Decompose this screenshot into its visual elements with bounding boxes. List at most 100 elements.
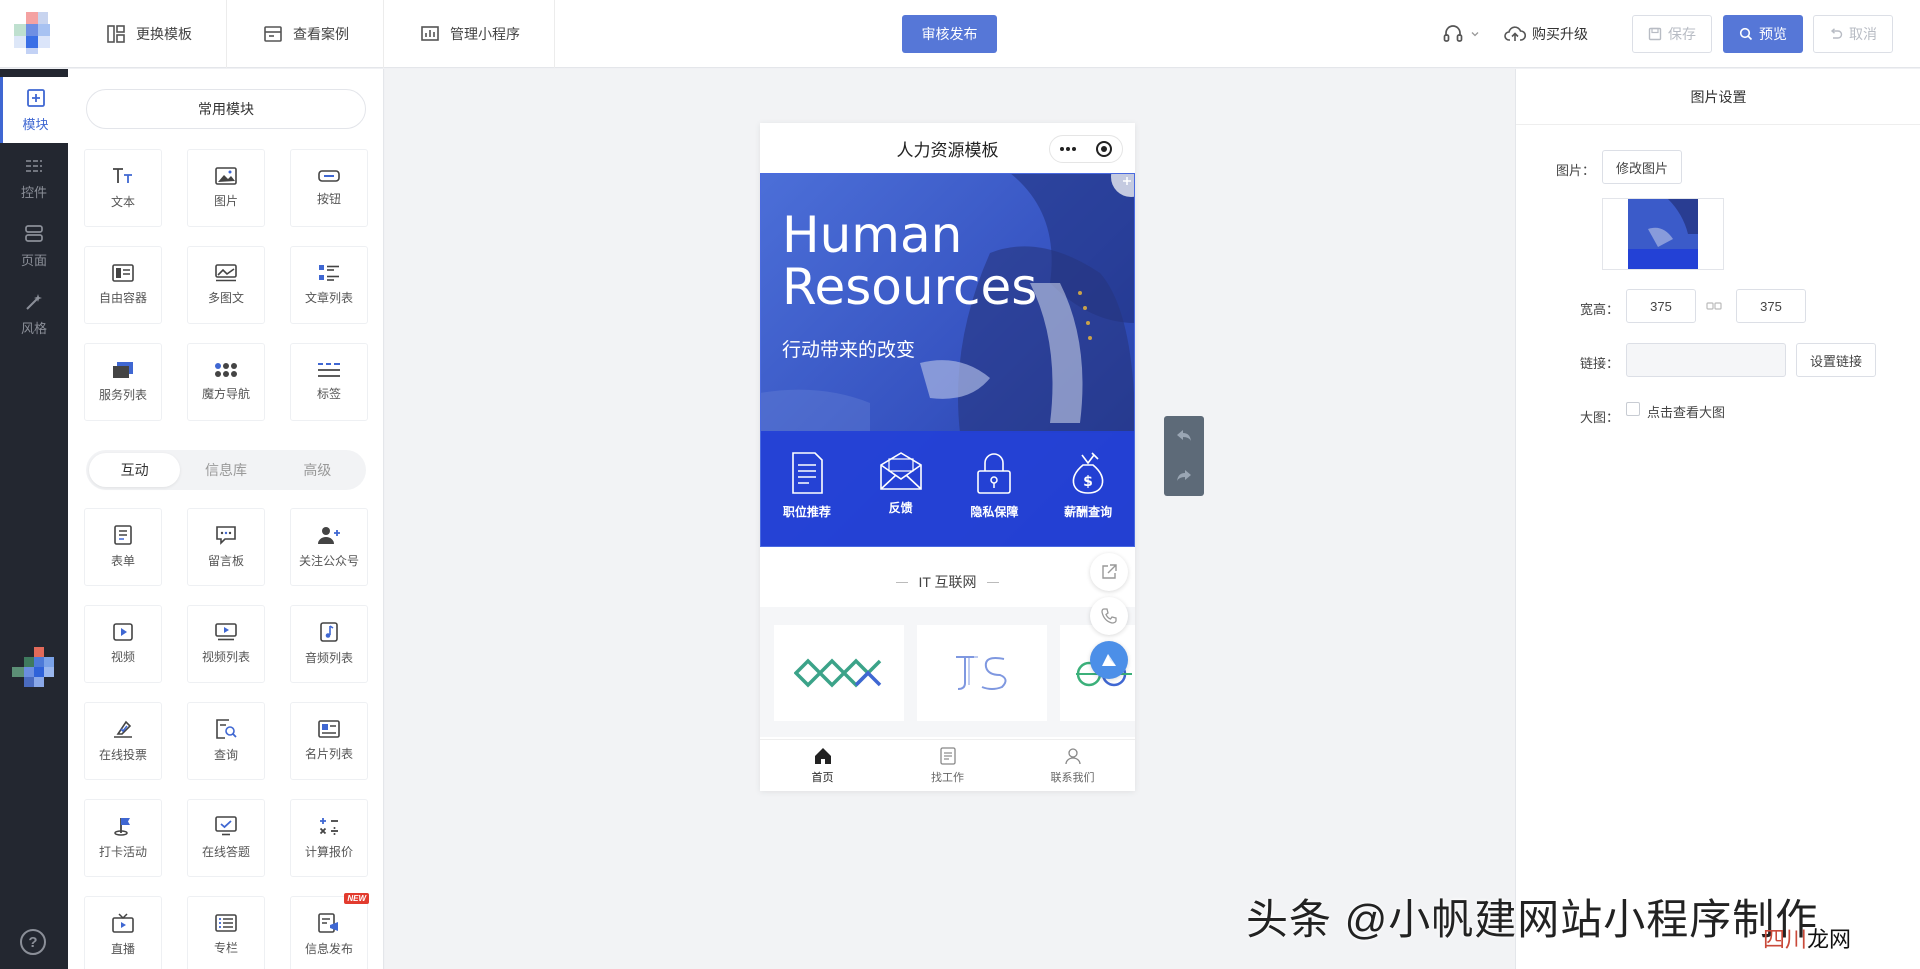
banner-title: Human Resources [782,206,1038,316]
money-bag-icon: $ [1072,452,1104,494]
module-audio-list[interactable]: 音频列表 [290,605,368,683]
change-template-button[interactable]: 更换模板 [70,0,227,68]
publish-button[interactable]: 审核发布 [902,15,997,53]
tab-contact-us[interactable]: 联系我们 [1010,740,1135,791]
view-big-image-checkbox[interactable] [1626,402,1640,416]
miniprogram-capsule[interactable] [1049,135,1123,163]
sidebar-item-pages[interactable]: 页面 [0,213,68,279]
undo-arrow-icon[interactable] [1174,426,1194,446]
link-input[interactable] [1626,343,1786,377]
module-form[interactable]: 表单 [84,508,162,586]
module-query[interactable]: 查询 [187,702,265,780]
modify-image-button[interactable]: 修改图片 [1602,150,1682,184]
module-card-list[interactable]: 名片列表 [290,702,368,780]
share-button[interactable] [1090,553,1128,591]
drag-handle-icon[interactable] [1107,173,1135,201]
info-publish-icon [318,913,338,933]
width-input[interactable]: 375 [1626,289,1696,323]
support-dropdown[interactable] [1442,15,1480,53]
watermark-site: 四川龙网 [1763,922,1851,954]
preview-label: 预览 [1759,26,1787,42]
top-bar: 更换模板 查看案例 管理小程序 审核发布 购买升级 保存 预览 取消 [0,0,1920,68]
module-article-list[interactable]: 文章列表 [290,246,368,324]
module-label: 查询 [213,748,238,762]
module-live-stream[interactable]: 直播 [84,896,162,969]
preview-button[interactable]: 预览 [1723,15,1803,53]
cancel-button[interactable]: 取消 [1813,15,1893,53]
sidebar-item-label: 风格 [20,320,47,336]
tab-advanced[interactable]: 高级 [272,453,363,487]
lock-icon [977,453,1012,494]
module-tag[interactable]: 标签 [290,343,368,421]
template-icon [107,25,125,43]
module-button[interactable]: 按钮 [290,149,368,227]
tab-label: 找工作 [931,771,964,784]
module-image[interactable]: 图片 [187,149,265,227]
view-cases-button[interactable]: 查看案例 [227,0,384,68]
redo-arrow-icon[interactable] [1174,466,1194,486]
module-price-calculator[interactable]: 计算报价 [290,799,368,877]
module-online-vote[interactable]: 在线投票 [84,702,162,780]
module-column[interactable]: 专栏 [187,896,265,969]
tab-interactive[interactable]: 互动 [89,453,181,487]
video-icon [113,623,133,641]
buy-upgrade-label: 购买升级 [1532,26,1588,42]
buy-upgrade-button[interactable]: 购买升级 [1504,15,1588,53]
customer-service-button[interactable] [1090,641,1128,679]
column-icon [215,914,237,932]
document-icon [792,452,823,494]
module-label: 多图文 [207,291,244,305]
js-logo [956,656,1007,690]
module-free-container[interactable]: 自由容器 [84,246,162,324]
privacy-item[interactable]: 隐私保障 [954,451,1034,520]
phone-call-button[interactable] [1090,597,1128,635]
module-video[interactable]: 视频 [84,605,162,683]
phone-icon [1101,608,1117,624]
banner-subtitle: 行动带来的改变 [782,340,916,361]
dots-grid-icon [215,363,237,377]
module-label: 服务列表 [98,388,147,402]
tab-find-job[interactable]: 找工作 [885,740,1010,791]
banner-icon-row: 职位推荐 反馈 隐私保障 $ 薪酬查询 [760,431,1135,547]
feedback-item[interactable]: 反馈 [861,451,941,516]
video-list-icon [215,623,237,641]
banner-icon-label: 隐私保障 [970,505,1019,519]
module-service-list[interactable]: 服务列表 [84,343,162,421]
banner-image[interactable]: Human Resources 行动带来的改变 职位推荐 反馈 隐私保障 $ 薪… [760,173,1135,547]
module-panel: 常用模块 文本 图片 按钮 自由容器 多图文 文章列表 服务列表 魔方导航 标签… [68,69,384,969]
cases-icon [264,26,282,42]
user-avatar[interactable] [10,647,58,695]
tab-info-library[interactable]: 信息库 [180,453,271,487]
module-text[interactable]: 文本 [84,149,162,227]
set-link-button[interactable]: 设置链接 [1796,343,1876,377]
sidebar-item-controls[interactable]: 控件 [0,145,68,211]
module-multi-image-text[interactable]: 多图文 [187,246,265,324]
sidebar-item-style[interactable]: 风格 [0,281,68,347]
envelope-icon [879,452,922,490]
tab-home[interactable]: 首页 [760,740,885,791]
link-ratio-icon[interactable] [1706,299,1722,313]
module-video-list[interactable]: 视频列表 [187,605,265,683]
save-button[interactable]: 保存 [1632,15,1712,53]
height-input[interactable]: 375 [1736,289,1806,323]
module-message-board[interactable]: 留言板 [187,508,265,586]
tab-label: 联系我们 [1050,771,1095,784]
help-icon[interactable]: ? [20,929,46,955]
big-image-label: 大图： [1580,410,1620,425]
manage-miniprogram-button[interactable]: 管理小程序 [384,0,555,68]
company-logo-card[interactable] [774,625,904,721]
company-logo-card[interactable] [917,625,1047,721]
module-cube-nav[interactable]: 魔方导航 [187,343,265,421]
chart-icon [421,26,439,41]
id-card-icon [318,720,340,738]
salary-query-item[interactable]: $ 薪酬查询 [1048,451,1128,520]
module-checkin-activity[interactable]: 打卡活动 [84,799,162,877]
search-icon [1739,27,1753,41]
job-recommend-item[interactable]: 职位推荐 [767,451,847,520]
image-settings-panel: 图片设置 图片： 修改图片 宽高： 375 375 链接： 设置链接 大图： 点… [1515,69,1920,969]
module-info-publish[interactable]: NEW 信息发布 [290,893,369,969]
module-follow-account[interactable]: 关注公众号 [290,508,368,586]
module-label: 关注公众号 [298,554,359,568]
module-online-quiz[interactable]: 在线答题 [187,799,265,877]
sidebar-item-modules[interactable]: 模块 [0,77,68,143]
